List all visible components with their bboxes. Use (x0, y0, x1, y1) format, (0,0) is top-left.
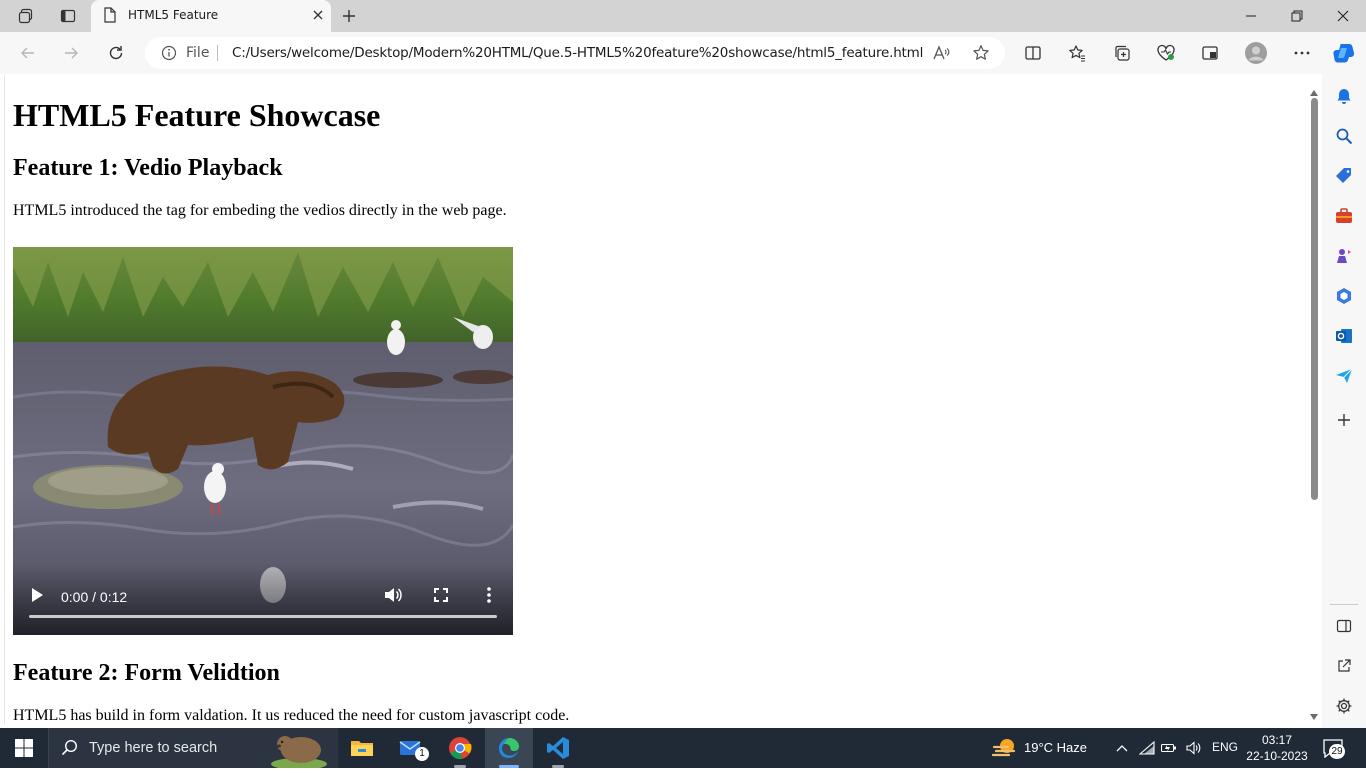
mail-icon[interactable]: 1 (387, 728, 435, 768)
feature1-heading: Feature 1: Vedio Playback (13, 155, 283, 181)
video-time: 0:00 / 0:12 (61, 589, 128, 605)
minimize-icon[interactable] (1228, 0, 1274, 32)
windows-taskbar: Type here to search 1 19°C Haze ENG 03:1… (0, 728, 1366, 770)
speaker-icon[interactable] (1184, 728, 1204, 768)
tab-strip: HTML5 Feature (0, 0, 1366, 32)
volume-icon[interactable] (381, 583, 405, 607)
collections-icon[interactable] (1107, 38, 1137, 68)
address-bar[interactable]: File C:/Users/welcome/Desktop/Modern%20H… (145, 37, 1005, 69)
mail-badge: 1 (415, 747, 429, 761)
copilot-icon[interactable] (1329, 38, 1359, 68)
haze-icon (991, 737, 1018, 764)
clock-time: 03:17 (1261, 733, 1293, 747)
feature2-heading: Feature 2: Form Velidtion (13, 660, 280, 686)
split-screen-icon[interactable] (1018, 38, 1048, 68)
info-icon[interactable] (161, 45, 177, 66)
outlook-icon[interactable] (1334, 326, 1354, 346)
address-divider (217, 45, 218, 61)
play-icon[interactable] (25, 583, 49, 607)
battery-icon[interactable] (1159, 728, 1179, 768)
close-tab-icon[interactable] (311, 8, 325, 27)
url-text[interactable]: C:/Users/welcome/Desktop/Modern%20HTML/Q… (232, 45, 923, 61)
network-icon[interactable] (1137, 728, 1157, 768)
weather-text: 19°C Haze (1024, 740, 1088, 755)
profile-avatar[interactable] (1241, 38, 1271, 68)
favorites-icon[interactable] (1062, 38, 1092, 68)
chrome-icon[interactable] (436, 728, 484, 768)
external-link-icon[interactable] (1334, 656, 1354, 676)
video-player[interactable]: 0:00 / 0:12 (13, 247, 513, 635)
shopping-tag-icon[interactable] (1334, 166, 1354, 186)
page-title: HTML5 Feature Showcase (13, 97, 381, 133)
browser-toolbar: File C:/Users/welcome/Desktop/Modern%20H… (0, 32, 1366, 74)
favorite-star-icon[interactable] (971, 43, 991, 63)
read-aloud-icon[interactable] (931, 43, 951, 63)
fullscreen-icon[interactable] (429, 583, 453, 607)
video-progress-bar[interactable] (29, 615, 497, 618)
show-hidden-icons-icon[interactable] (1112, 728, 1132, 768)
search-highlight-image (267, 730, 331, 773)
page-scrollbar[interactable] (1306, 75, 1322, 724)
tab-active[interactable]: HTML5 Feature (91, 0, 331, 32)
tab-actions-icon[interactable] (54, 3, 82, 29)
video-more-icon[interactable] (477, 583, 501, 607)
notification-count: 29 (1329, 744, 1345, 759)
search-icon (61, 739, 79, 762)
file-icon (103, 7, 117, 28)
refresh-icon[interactable] (101, 38, 131, 68)
video-controls: 0:00 / 0:12 (13, 565, 513, 635)
sidebar-toggle-icon[interactable] (1334, 616, 1354, 636)
back-icon[interactable] (13, 38, 43, 68)
new-tab-icon[interactable] (336, 3, 362, 29)
scheme-label: File (186, 45, 210, 61)
taskbar-search-box[interactable]: Type here to search (48, 728, 338, 770)
feature1-text: HTML5 introduced the tag for embeding th… (13, 202, 507, 219)
vscode-icon[interactable] (534, 728, 582, 768)
downloads-apps-icon[interactable] (1195, 38, 1225, 68)
tab-title: HTML5 Feature (128, 8, 219, 22)
search-placeholder: Type here to search (89, 740, 218, 756)
tools-icon[interactable] (1334, 206, 1354, 226)
add-sidebar-app-icon[interactable] (1334, 410, 1354, 430)
restore-icon[interactable] (1274, 0, 1320, 32)
input-language[interactable]: ENG (1212, 740, 1238, 754)
office-icon[interactable] (1334, 286, 1354, 306)
settings-gear-icon[interactable] (1334, 696, 1354, 716)
scroll-down-icon[interactable] (1310, 707, 1318, 725)
forward-icon[interactable] (56, 38, 86, 68)
file-explorer-icon[interactable] (338, 728, 386, 768)
search-icon[interactable] (1334, 126, 1354, 146)
clock[interactable]: 03:17 22-10-2023 (1244, 732, 1310, 764)
browser-essentials-icon[interactable] (1151, 38, 1181, 68)
sidebar-divider (1330, 604, 1358, 605)
close-window-icon[interactable] (1320, 0, 1366, 32)
clock-date: 22-10-2023 (1246, 749, 1308, 763)
games-icon[interactable] (1334, 246, 1354, 266)
notification-bell-icon[interactable] (1334, 86, 1354, 106)
send-icon[interactable] (1334, 366, 1354, 386)
page-viewport: HTML5 Feature Showcase Feature 1: Vedio … (4, 75, 1322, 724)
scrollbar-thumb[interactable] (1311, 98, 1318, 500)
feature2-text: HTML5 has build in form valdation. It us… (13, 707, 570, 724)
workspaces-icon[interactable] (12, 3, 40, 29)
windows-start-icon[interactable] (0, 728, 48, 768)
edge-icon[interactable] (485, 728, 533, 768)
notification-center-icon[interactable]: 29 (1322, 738, 1346, 759)
weather-widget[interactable]: 19°C Haze (990, 728, 1100, 768)
more-options-icon[interactable] (1287, 38, 1317, 68)
edge-sidebar (1322, 74, 1366, 728)
